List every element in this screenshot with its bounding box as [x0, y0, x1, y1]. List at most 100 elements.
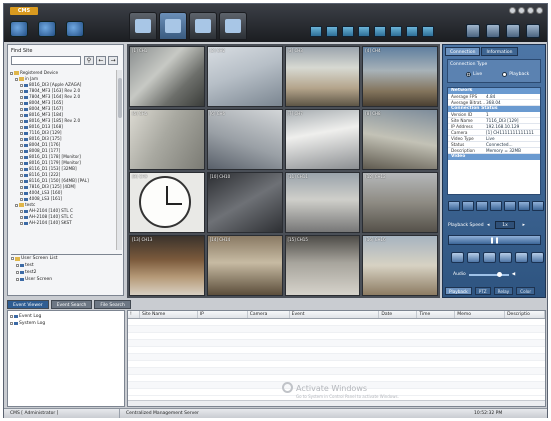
control-tab[interactable]: Playback: [445, 287, 472, 295]
speaker-icon[interactable]: ◀: [512, 272, 515, 277]
step-forward-button[interactable]: [504, 201, 516, 211]
camera-view[interactable]: [16] CH16: [362, 235, 438, 296]
event-tab[interactable]: Event Search: [50, 300, 93, 309]
first-frame-button[interactable]: [448, 201, 460, 211]
zoom-icon[interactable]: [499, 252, 512, 263]
play-button[interactable]: [490, 201, 502, 211]
camera-view[interactable]: [11] CH11: [284, 172, 361, 233]
tree-item[interactable]: AH-2104 [140] SKST: [10, 220, 116, 226]
tree-item[interactable]: User Screen: [11, 276, 122, 283]
expand-icon[interactable]: [10, 71, 13, 75]
speed-up-icon[interactable]: ▸: [522, 221, 525, 229]
rewind-button[interactable]: [462, 201, 474, 211]
column-header[interactable]: Site Name: [140, 311, 198, 318]
table-row[interactable]: [128, 361, 545, 368]
layout-10-button[interactable]: [390, 26, 402, 37]
expand-icon[interactable]: [20, 161, 23, 165]
camera-view[interactable]: [8] CH8: [362, 109, 438, 170]
export-button[interactable]: [66, 21, 84, 37]
column-header[interactable]: Camera: [248, 311, 290, 318]
camera-view[interactable]: [6] CH6: [206, 109, 283, 170]
column-header[interactable]: !: [128, 311, 140, 318]
camera-view[interactable]: [15] CH15: [284, 235, 361, 296]
capture-icon[interactable]: [467, 252, 480, 263]
expand-icon[interactable]: [20, 215, 23, 219]
expand-icon[interactable]: [20, 137, 23, 141]
pause-button[interactable]: ❚❚: [448, 235, 541, 245]
expand-icon[interactable]: [10, 315, 13, 318]
camera-view[interactable]: [12] CH12: [362, 172, 438, 233]
record-icon[interactable]: [451, 252, 464, 263]
help-icon[interactable]: [509, 7, 516, 14]
table-row[interactable]: [128, 375, 545, 382]
table-row[interactable]: [128, 333, 545, 340]
next-result-icon[interactable]: →: [108, 56, 118, 65]
expand-icon[interactable]: [20, 155, 23, 159]
expand-icon[interactable]: [20, 167, 23, 171]
speed-down-icon[interactable]: ◂: [487, 221, 490, 229]
settings-button[interactable]: [38, 21, 56, 37]
expand-icon[interactable]: [20, 185, 23, 189]
tab-view-3[interactable]: [189, 12, 217, 40]
layout-16-button[interactable]: [422, 26, 434, 37]
minimize-icon[interactable]: [518, 7, 525, 14]
radio-playback[interactable]: Playback: [502, 72, 529, 77]
camera-view[interactable]: [4] CH4: [362, 46, 438, 107]
column-header[interactable]: Time: [417, 311, 456, 318]
column-header[interactable]: Date: [379, 311, 418, 318]
expand-icon[interactable]: [20, 95, 23, 99]
last-frame-button[interactable]: [532, 201, 544, 211]
expand-icon[interactable]: [11, 257, 14, 260]
column-header[interactable]: Event: [290, 311, 380, 318]
tab-view-1[interactable]: [129, 12, 157, 40]
sequence-button[interactable]: [486, 24, 500, 38]
expand-icon[interactable]: [20, 197, 23, 201]
expand-icon[interactable]: [20, 101, 23, 105]
expand-icon[interactable]: [20, 143, 23, 147]
device-tree-scrollbar[interactable]: [116, 70, 122, 250]
layout-4-button[interactable]: [326, 26, 338, 37]
camera-view[interactable]: [9] CH9: [129, 172, 205, 233]
expand-icon[interactable]: [20, 89, 23, 93]
control-tab[interactable]: Relay: [493, 287, 514, 295]
expand-icon[interactable]: [20, 173, 23, 177]
snapshot-button[interactable]: [506, 24, 520, 38]
search-icon[interactable]: ⚲: [84, 56, 94, 65]
expand-icon[interactable]: [16, 278, 19, 281]
tab-live-view[interactable]: [159, 12, 187, 40]
tree-item[interactable]: test2: [11, 269, 122, 276]
camera-view[interactable]: [5] CH5: [129, 109, 205, 170]
table-row[interactable]: [128, 319, 545, 326]
expand-icon[interactable]: [15, 77, 18, 81]
camera-view[interactable]: [13] CH13: [129, 235, 205, 296]
expand-icon[interactable]: [20, 179, 23, 183]
control-tab[interactable]: Color: [516, 287, 536, 295]
table-row[interactable]: [128, 354, 545, 361]
print-icon[interactable]: [483, 252, 496, 263]
expand-icon[interactable]: [20, 113, 23, 117]
column-header[interactable]: Memo: [455, 311, 506, 318]
maximize-icon[interactable]: [527, 7, 534, 14]
tree-item[interactable]: test: [11, 262, 122, 269]
audio-volume-slider[interactable]: [468, 271, 509, 277]
radio-live[interactable]: Live: [466, 72, 482, 77]
expand-icon[interactable]: [20, 125, 23, 129]
expand-icon[interactable]: [20, 131, 23, 135]
layout-13-button[interactable]: [406, 26, 418, 37]
expand-icon[interactable]: [20, 107, 23, 111]
layout-6-button[interactable]: [342, 26, 354, 37]
slider-thumb[interactable]: [496, 271, 502, 277]
camera-view[interactable]: [2] CH2: [206, 46, 283, 107]
scroll-thumb[interactable]: [118, 78, 122, 118]
tree-item[interactable]: User Screen List: [11, 255, 122, 262]
fast-forward-button[interactable]: [518, 201, 530, 211]
site-manager-button[interactable]: [10, 21, 28, 37]
event-table-scrollbar[interactable]: [128, 400, 545, 406]
prev-result-icon[interactable]: ←: [96, 56, 106, 65]
event-tab[interactable]: Event Viewer: [7, 300, 49, 309]
camera-view[interactable]: [3] CH3: [284, 46, 361, 107]
tree-item[interactable]: Event Log: [10, 313, 122, 320]
layout-9-button[interactable]: [374, 26, 386, 37]
table-row[interactable]: [128, 340, 545, 347]
control-tab[interactable]: PTZ: [474, 287, 491, 295]
